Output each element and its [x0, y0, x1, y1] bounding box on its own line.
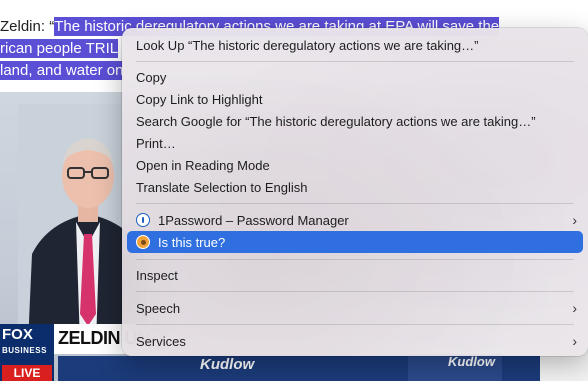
chevron-right-icon: ›: [572, 333, 577, 349]
menu-item-copy-link[interactable]: Copy Link to Highlight: [127, 88, 583, 110]
network-logo-sub: BUSINESS: [2, 346, 47, 355]
menu-item-label: Services: [136, 333, 186, 349]
article-line: rican people TRIL: [0, 38, 119, 60]
menu-item-copy[interactable]: Copy: [127, 66, 583, 88]
menu-separator: [136, 259, 574, 260]
menu-item-print[interactable]: Print…: [127, 132, 583, 154]
menu-item-search-google[interactable]: Search Google for “The historic deregula…: [127, 110, 583, 132]
menu-separator: [136, 203, 574, 204]
menu-item-label: Speech: [136, 300, 181, 316]
menu-item-label: Look Up “The historic deregulatory actio…: [136, 37, 479, 53]
menu-item-look-up[interactable]: Look Up “The historic deregulatory actio…: [127, 34, 583, 56]
menu-item-translate[interactable]: Translate Selection to English: [127, 176, 583, 198]
selected-text[interactable]: land, and water on: [0, 61, 124, 80]
chevron-right-icon: ›: [572, 212, 577, 228]
menu-item-label: 1Password – Password Manager: [158, 212, 349, 228]
network-logo: FOX BUSINESS LIVE: [0, 324, 54, 381]
menu-item-label: Copy: [136, 69, 167, 85]
menu-separator: [136, 324, 574, 325]
article-line: land, and water on: [0, 60, 124, 82]
menu-item-label: Open in Reading Mode: [136, 157, 270, 173]
menu-item-label: Search Google for “The historic deregula…: [136, 113, 536, 129]
menu-item-label: Translate Selection to English: [136, 179, 308, 195]
context-menu: Look Up “The historic deregulatory actio…: [122, 28, 588, 356]
show-name: Kudlow: [200, 356, 255, 373]
selected-text[interactable]: rican people TRIL: [0, 39, 119, 58]
1password-icon: [136, 213, 150, 227]
menu-item-services[interactable]: Services ›: [127, 330, 583, 352]
menu-separator: [136, 291, 574, 292]
menu-item-1password[interactable]: 1Password – Password Manager ›: [127, 209, 583, 231]
menu-item-reading-mode[interactable]: Open in Reading Mode: [127, 154, 583, 176]
menu-item-is-this-true[interactable]: Is this true?: [127, 231, 583, 253]
live-badge: LIVE: [2, 365, 52, 381]
menu-item-label: Inspect: [136, 267, 178, 283]
menu-separator: [136, 61, 574, 62]
chevron-right-icon: ›: [572, 300, 577, 316]
network-logo-text: FOX: [2, 326, 33, 343]
inset-show-name: Kudlow: [448, 354, 495, 369]
menu-item-label: Copy Link to Highlight: [136, 91, 263, 107]
menu-item-inspect[interactable]: Inspect: [127, 264, 583, 286]
menu-item-label: Is this true?: [158, 234, 226, 250]
extension-icon: [136, 235, 150, 249]
menu-item-label: Print…: [136, 135, 176, 151]
menu-item-speech[interactable]: Speech ›: [127, 297, 583, 319]
quote-attribution: Zeldin: “: [0, 18, 55, 35]
